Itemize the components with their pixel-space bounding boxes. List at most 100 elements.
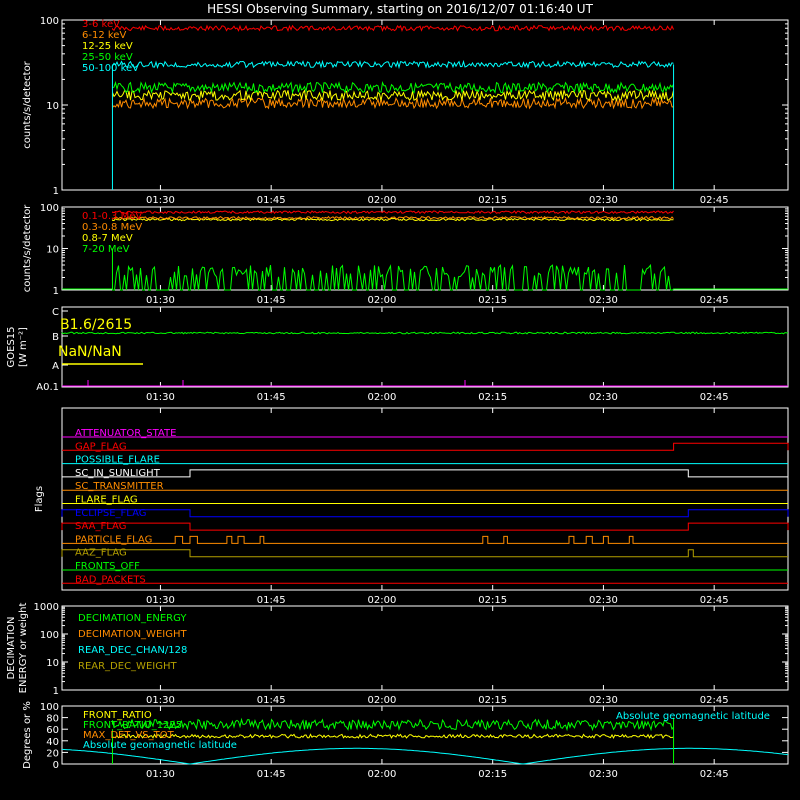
time-tick-label: 01:45 <box>257 392 286 403</box>
y-tick-label: 40 <box>46 737 59 748</box>
panel-goes: 01:30 01:45 02:00 02:15 02:30 02:45 GOES15 [W m… <box>6 306 789 403</box>
time-tick-label: 02:45 <box>700 595 729 606</box>
y-tick-label: 1 <box>53 186 59 197</box>
time-tick-label: 01:30 <box>146 595 175 606</box>
legend-entry: REAR_DEC_WEIGHT <box>78 661 177 672</box>
panel-ratio: 01:30 01:45 02:00 02:15 02:30 02:45 Degrees or… <box>22 701 789 780</box>
time-tick-label: 02:00 <box>368 295 397 306</box>
y-tick-label: 100 <box>40 702 59 713</box>
y-tick-label: 80 <box>46 714 59 725</box>
time-tick-label: 02:45 <box>700 695 729 706</box>
time-tick-label: 02:15 <box>478 392 507 403</box>
legend-entry: DECIMATION_WEIGHT <box>78 629 187 640</box>
time-tick-label: 02:15 <box>478 595 507 606</box>
y-axis-label: GOES15 <box>6 326 17 367</box>
legend-entry: 0.3-0.8 MeV <box>82 222 142 233</box>
time-tick-label: 01:30 <box>146 769 175 780</box>
time-tick-label: 02:45 <box>700 195 729 206</box>
y-tick-label: 1 <box>53 686 59 697</box>
time-tick-label: 02:30 <box>589 295 618 306</box>
legend-entry: 0.8-7 MeV <box>82 233 133 244</box>
time-tick-label: 02:15 <box>478 295 507 306</box>
panel-decimation: 01:30 01:45 02:00 02:15 02:30 02:45 DECIMATION… <box>6 602 789 706</box>
y-tick-label: A <box>52 361 59 372</box>
time-tick-label: 01:45 <box>257 769 286 780</box>
time-tick-label: 02:45 <box>700 295 729 306</box>
y-axis-label: counts/s/detector <box>22 60 33 148</box>
y-axis-label: counts/s/detector <box>22 204 33 292</box>
legend-entry: 25-50 keV <box>82 52 133 63</box>
y-tick-label: 10 <box>46 245 59 256</box>
series-line <box>111 89 674 103</box>
y-tick-label: B <box>52 332 59 343</box>
flag-line <box>62 535 788 544</box>
y-axis-label: Flags <box>34 486 45 512</box>
front-ratio-line <box>111 733 674 740</box>
y-tick-label: C <box>52 307 59 318</box>
y-axis-label: Degrees or % <box>22 701 33 769</box>
y-tick-label: 1000 <box>34 602 59 613</box>
time-tick-label: 02:45 <box>700 392 729 403</box>
flag-line <box>62 469 788 478</box>
y-tick-label: 100 <box>40 16 59 27</box>
panels: 01:30 01:45 02:00 02:15 02:30 02:45 counts/s/d… <box>6 16 789 780</box>
panel-frame <box>61 19 789 191</box>
y-tick-label: 60 <box>46 725 59 736</box>
legend-entry: 0.1-0.3 MeV <box>82 211 142 222</box>
time-tick-label: 02:30 <box>589 769 618 780</box>
flag-line <box>62 442 789 451</box>
goes-annotation: B1.6/2615 <box>60 317 132 333</box>
y-axis-label: DECIMATION <box>6 616 17 679</box>
legend-entry: 6-12 keV <box>82 30 126 41</box>
time-tick-label: 02:00 <box>368 392 397 403</box>
time-tick-label: 02:30 <box>589 392 618 403</box>
time-tick-label: 02:45 <box>700 769 729 780</box>
time-tick-label: 02:15 <box>478 195 507 206</box>
time-tick-label: 02:30 <box>589 695 618 706</box>
panel-gamma: 01:30 01:45 02:00 02:15 02:30 02:45 counts/s/d… <box>22 203 789 306</box>
panel-flags: 01:30 01:45 02:00 02:15 02:30 02:45FlagsATTEN… <box>34 407 789 606</box>
series-line <box>111 80 674 95</box>
series-line <box>111 59 674 70</box>
time-tick-label: 02:15 <box>478 769 507 780</box>
y-tick-label: A0.1 <box>36 382 59 393</box>
flag-line <box>61 522 789 531</box>
time-tick-label: 02:30 <box>589 595 618 606</box>
legend-entry: 50-100 keV <box>82 63 139 74</box>
time-tick-label: 01:30 <box>146 392 175 403</box>
legend-entry: 3-6 keV <box>82 19 120 30</box>
series-line <box>62 248 788 291</box>
panel-frame <box>61 306 789 388</box>
y-axis-label-units: [W m⁻²] <box>18 327 29 367</box>
geomag-annotation: Absolute geomagnetic latitude <box>616 711 770 722</box>
panel-hxr: 01:30 01:45 02:00 02:15 02:30 02:45 counts/s/d… <box>22 16 789 206</box>
legend-entry: 12-25 keV <box>82 41 133 52</box>
time-tick-label: 02:00 <box>368 195 397 206</box>
time-tick-label: 02:00 <box>368 595 397 606</box>
hessi-summary-figure: HESSI Observing Summary, starting on 201… <box>6 2 789 780</box>
legend-entry: REAR_DEC_CHAN/128 <box>78 645 187 656</box>
y-tick-label: 1 <box>53 286 59 297</box>
y-tick-label: 0 <box>53 760 59 771</box>
goes-annotation: NaN/NaN <box>58 344 122 360</box>
legend-entry: DECIMATION_ENERGY <box>78 613 187 624</box>
series-line <box>112 210 674 215</box>
time-tick-label: 02:00 <box>368 695 397 706</box>
time-tick-label: 01:45 <box>257 595 286 606</box>
figure-title: HESSI Observing Summary, starting on 201… <box>207 2 593 16</box>
front-ratio-1225-line <box>111 717 674 732</box>
legend-entry: 7-20 MeV <box>82 244 130 255</box>
y-tick-label: 20 <box>46 748 59 759</box>
y-tick-label: 100 <box>40 203 59 214</box>
series-line <box>111 24 674 33</box>
time-tick-label: 02:30 <box>589 195 618 206</box>
y-axis-label-2: ENERGY or weight <box>18 603 29 694</box>
time-tick-label: 01:45 <box>257 195 286 206</box>
time-tick-label: 01:30 <box>146 295 175 306</box>
flag-line <box>61 509 789 518</box>
time-tick-label: 01:45 <box>257 695 286 706</box>
time-tick-label: 01:30 <box>146 695 175 706</box>
goes-long-line <box>61 331 789 335</box>
flag-line <box>61 549 788 558</box>
time-tick-label: 02:00 <box>368 769 397 780</box>
